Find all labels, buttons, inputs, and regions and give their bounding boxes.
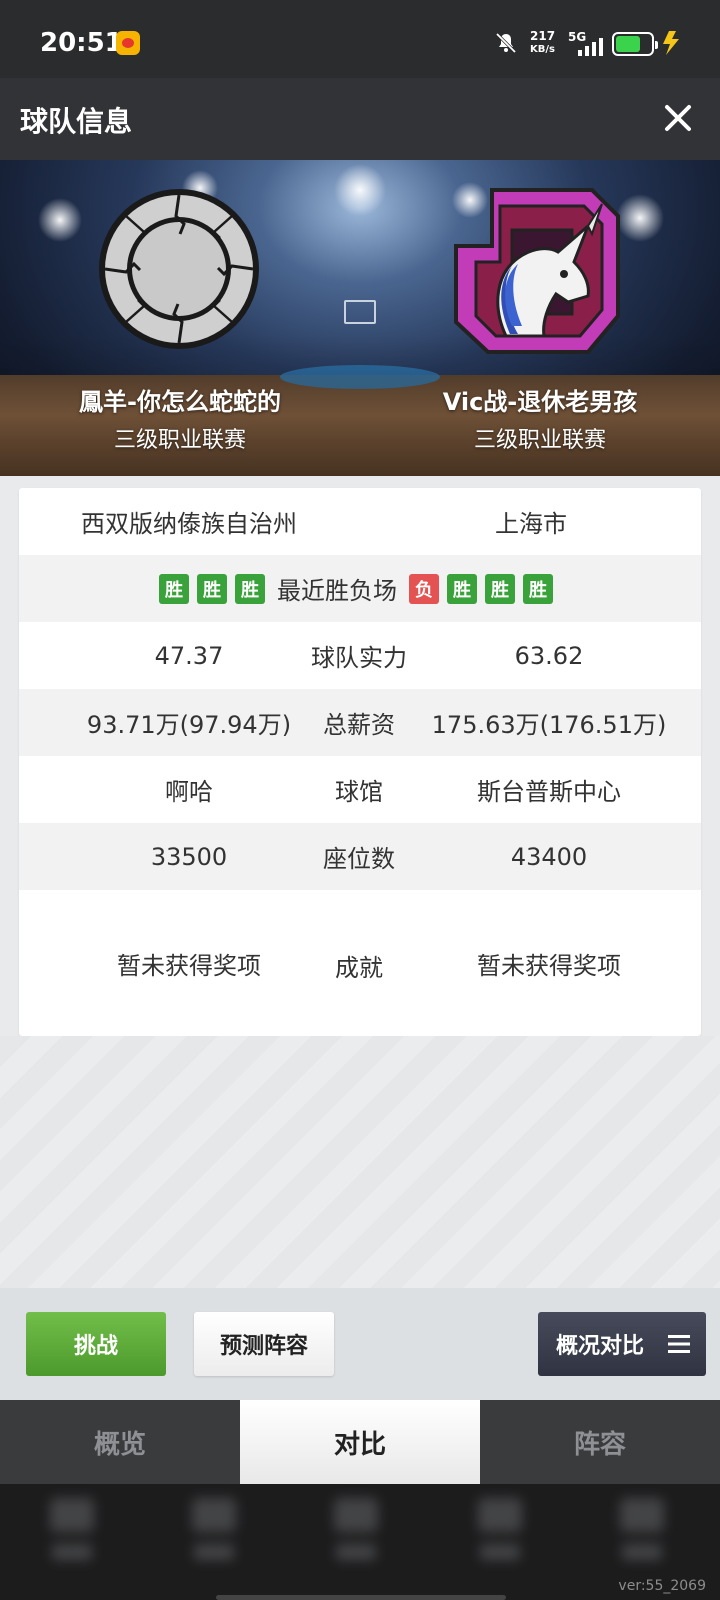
city-row: 西双版纳傣族自治州 上海市: [19, 488, 701, 555]
charging-bolt-icon: [663, 31, 679, 55]
left-value: 暂未获得奖项: [117, 951, 261, 980]
tab-overview[interactable]: 概览: [0, 1400, 240, 1484]
form-badge-win: 胜: [197, 573, 227, 604]
left-value: 33500: [150, 842, 228, 871]
page-header: 球队信息: [0, 78, 720, 160]
recent-form-row: 胜 胜 胜 最近胜负场 负 胜 胜 胜: [19, 555, 701, 622]
right-city: 上海市: [495, 510, 567, 538]
row-label: 成就: [335, 953, 383, 982]
row-label: 总薪资: [323, 711, 395, 739]
left-value: 啊哈: [165, 778, 213, 806]
background-pattern: [0, 1036, 720, 1288]
battery-level: [616, 36, 640, 52]
blurred-nav-item: [470, 1498, 530, 1578]
net-speed-value: 217: [530, 29, 556, 43]
blurred-nav-item: [42, 1498, 102, 1578]
row-label: 球馆: [335, 778, 383, 806]
comparison-card: 西双版纳傣族自治州 上海市 胜 胜 胜 最近胜负场 负 胜 胜 胜 47.37 …: [19, 488, 701, 1036]
form-badge-win: 胜: [485, 573, 515, 604]
page-title: 球队信息: [20, 105, 133, 138]
version-label: ver:55_2069: [618, 1578, 706, 1594]
net-speed: 217 KB/s: [530, 30, 555, 56]
right-team-league: 三级职业联赛: [473, 428, 606, 453]
overview-compare-label: 概况对比: [556, 1334, 645, 1359]
form-badge-win: 胜: [523, 573, 553, 604]
right-value: 斯台普斯中心: [477, 778, 621, 806]
challenge-button[interactable]: 挑战: [26, 1312, 166, 1376]
row-label: 座位数: [323, 845, 395, 873]
menu-icon: [668, 1335, 690, 1353]
close-icon[interactable]: [660, 100, 696, 136]
bottom-nav-blurred: ver:55_2069: [0, 1484, 720, 1600]
recent-form: 胜 胜 胜 最近胜负场 负 胜 胜 胜: [19, 555, 701, 622]
home-indicator[interactable]: [216, 1595, 506, 1600]
tab-bar: 概览 对比 阵容: [0, 1400, 720, 1484]
overview-compare-button[interactable]: 概况对比: [538, 1312, 706, 1376]
left-value: 47.37: [154, 641, 224, 670]
tab-compare[interactable]: 对比: [240, 1400, 480, 1484]
right-team-name: Vic战-退休老男孩: [442, 388, 638, 416]
battery-icon: [612, 32, 658, 56]
team-strength-row: 47.37 球队实力 63.62: [19, 622, 701, 689]
status-time: 20:51: [40, 28, 123, 58]
blurred-nav-item: [184, 1498, 244, 1578]
blurred-nav-item: [612, 1498, 672, 1578]
recent-form-label: 最近胜负场: [277, 577, 397, 605]
arena-row: 啊哈 球馆 斯台普斯中心: [19, 756, 701, 823]
form-badge-loss: 负: [409, 573, 439, 604]
form-badge-win: 胜: [159, 573, 189, 604]
predict-lineup-button[interactable]: 预测阵容: [194, 1312, 334, 1376]
right-value: 43400: [510, 842, 588, 871]
right-value: 175.63万(176.51万): [431, 711, 667, 739]
mute-icon: [495, 32, 517, 54]
row-label: 球队实力: [311, 644, 407, 672]
achievements-row: 暂未获得奖项 成就 暂未获得奖项: [19, 890, 701, 1036]
seats-row: 33500 座位数 43400: [19, 823, 701, 890]
net-speed-unit: KB/s: [530, 44, 556, 55]
right-value: 63.62: [514, 641, 584, 670]
right-value: 暂未获得奖项: [477, 951, 621, 980]
left-value: 93.71万(97.94万): [86, 711, 292, 739]
weibo-icon: [116, 31, 140, 55]
left-team-league: 三级职业联赛: [113, 428, 246, 453]
blurred-nav-item: [326, 1498, 386, 1578]
left-city: 西双版纳傣族自治州: [81, 510, 297, 538]
signal-icon: [578, 38, 603, 56]
status-bar: 20:51 217 KB/s 5G: [0, 0, 720, 78]
left-team-name: 鳳羊-你怎么蛇蛇的: [79, 388, 281, 416]
unicorn-crest-logo: [454, 188, 620, 354]
cracked-stone-ring-logo: [99, 189, 259, 349]
tab-lineup[interactable]: 阵容: [480, 1400, 720, 1484]
salary-row: 93.71万(97.94万) 总薪资 175.63万(176.51万): [19, 689, 701, 756]
form-badge-win: 胜: [235, 573, 265, 604]
form-badge-win: 胜: [447, 573, 477, 604]
